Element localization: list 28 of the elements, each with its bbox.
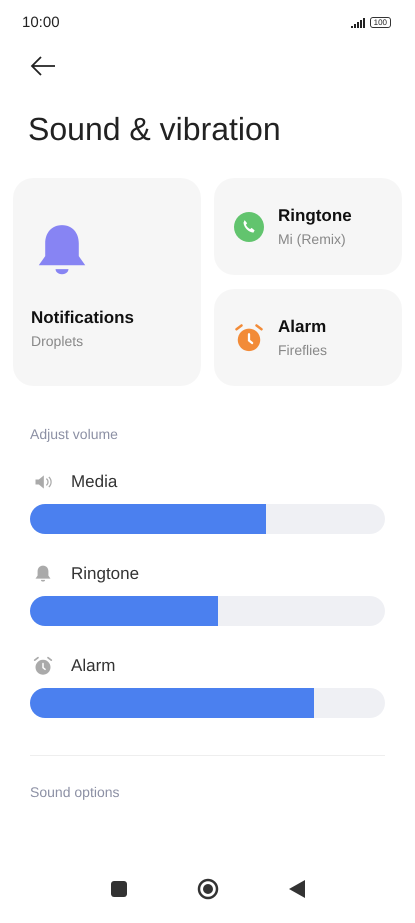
section-heading: Sound options (30, 784, 121, 800)
volume-slider[interactable] (30, 596, 385, 626)
bell-icon (33, 564, 53, 584)
alarm-clock-icon (234, 322, 264, 353)
card-subtitle: Fireflies (278, 342, 328, 358)
sound-card[interactable]: Alarm Fireflies (214, 289, 402, 386)
volume-slider[interactable] (30, 688, 385, 718)
back-button[interactable] (30, 56, 56, 76)
slider-label: Media (71, 472, 118, 492)
card-subtitle: Mi (Remix) (278, 231, 347, 248)
card-title: Ringtone (278, 206, 352, 226)
phone-icon (234, 212, 264, 242)
recents-button[interactable] (110, 881, 126, 900)
signal-icon (350, 18, 365, 28)
section-heading: Adjust volume (30, 426, 119, 442)
clock-time: 10:00 (22, 14, 60, 31)
card-subtitle: Droplets (31, 333, 84, 350)
back-nav-button[interactable] (288, 880, 304, 901)
slider-label: Ringtone (71, 564, 140, 584)
page-title: Sound & vibration (28, 110, 282, 148)
battery-level: 100 (370, 17, 391, 28)
sound-card[interactable]: Ringtone Mi (Remix) (214, 178, 402, 276)
alarm-clock-icon (33, 656, 53, 676)
card-title: Notifications (31, 308, 134, 328)
volume-slider[interactable] (30, 504, 385, 534)
card-title: Alarm (278, 317, 328, 338)
sound-card[interactable]: Notifications Droplets (13, 178, 201, 386)
slider-label: Alarm (71, 656, 116, 676)
